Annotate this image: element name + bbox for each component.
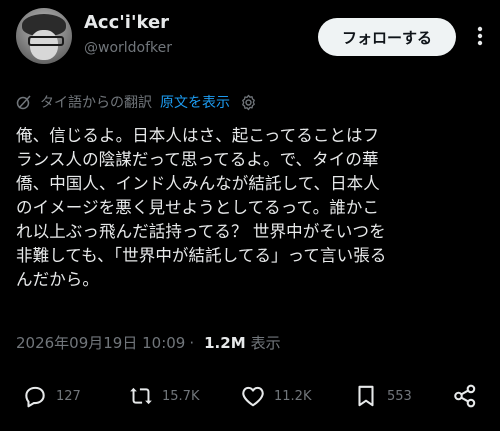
timestamp[interactable]: 2026年09月19日 10:09 <box>16 332 185 353</box>
share-button[interactable] <box>452 382 478 410</box>
show-original-link[interactable]: 原文を表示 <box>160 92 230 112</box>
bookmark-button[interactable]: 553 <box>353 382 412 410</box>
avatar-glasses <box>28 36 64 46</box>
tweet-text: 俺、信じるよ。日本人はさ、起こってることはフ ランス人の陰謀だって思ってるよ。で… <box>16 126 387 289</box>
repost-icon <box>130 387 152 405</box>
repost-button[interactable]: 15.7K <box>128 382 199 410</box>
repost-count: 15.7K <box>162 388 200 404</box>
reply-count: 127 <box>56 388 81 404</box>
view-count: 1.2M <box>204 333 246 352</box>
share-icon <box>454 384 476 408</box>
follow-button[interactable]: フォローする <box>318 18 456 56</box>
translation-label: タイ語からの翻訳 <box>40 95 152 111</box>
translation-row: タイ語からの翻訳 原文を表示 <box>16 92 257 112</box>
user-handle[interactable]: @worldofker <box>84 40 172 56</box>
reply-button[interactable]: 127 <box>22 382 81 410</box>
meta-separator: · <box>189 333 195 352</box>
heart-icon <box>242 386 264 407</box>
avatar[interactable] <box>16 8 72 64</box>
display-name[interactable]: Acc'i'ker <box>84 12 169 33</box>
reply-icon <box>25 386 45 408</box>
gear-icon[interactable] <box>240 94 257 111</box>
translate-icon <box>16 95 31 110</box>
view-label: 表示 <box>250 334 281 352</box>
tweet-meta: 2026年09月19日 10:09 · 1.2M 表示 <box>16 332 281 353</box>
bookmark-count: 553 <box>387 388 412 404</box>
bookmark-icon <box>358 385 374 407</box>
like-button[interactable]: 11.2K <box>240 382 311 410</box>
action-bar: 127 15.7K 11.2K 553 <box>0 376 500 416</box>
like-count: 11.2K <box>274 388 312 404</box>
more-icon[interactable] <box>470 22 490 50</box>
